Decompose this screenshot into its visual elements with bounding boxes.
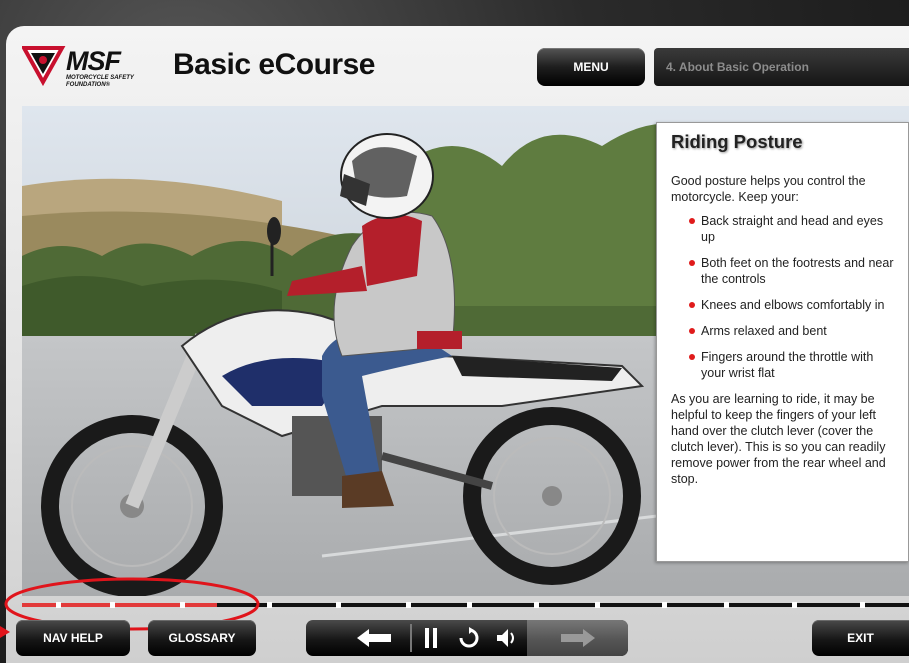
progress-tick bbox=[724, 602, 729, 608]
progress-tick bbox=[595, 602, 600, 608]
section-label: 4. About Basic Operation bbox=[654, 48, 909, 86]
logo-text: MSF bbox=[66, 46, 121, 76]
playback-controls bbox=[306, 620, 628, 656]
menu-button[interactable]: MENU bbox=[537, 48, 645, 86]
list-item-text: Fingers around the throttle with your wr… bbox=[701, 350, 874, 380]
exit-button[interactable]: EXIT bbox=[812, 620, 909, 656]
app-title: Basic eCourse bbox=[173, 48, 375, 81]
audio-button[interactable] bbox=[488, 620, 526, 656]
list-item-text: Arms relaxed and bent bbox=[701, 324, 827, 338]
progress-tick bbox=[406, 602, 411, 608]
back-button[interactable] bbox=[336, 620, 411, 656]
audio-icon bbox=[497, 629, 514, 647]
list-item: Arms relaxed and bent bbox=[671, 323, 894, 339]
list-item-text: Both feet on the footrests and near the … bbox=[701, 256, 894, 286]
progress-tick bbox=[860, 602, 865, 608]
posture-list: Back straight and head and eyes up Both … bbox=[671, 213, 894, 381]
pause-icon bbox=[425, 628, 437, 648]
replay-icon bbox=[459, 627, 479, 648]
panel-outro: As you are learning to ride, it may be h… bbox=[671, 392, 886, 486]
bullet-icon bbox=[689, 354, 695, 360]
bullet-icon bbox=[689, 302, 695, 308]
next-arrow-wrap bbox=[527, 620, 628, 656]
logo-subtitle: MOTORCYCLE SAFETY FOUNDATION® bbox=[66, 75, 134, 88]
replay-button[interactable] bbox=[450, 620, 488, 656]
list-item: Fingers around the throttle with your wr… bbox=[671, 349, 894, 381]
progress-tick bbox=[662, 602, 667, 608]
list-item: Back straight and head and eyes up bbox=[671, 213, 894, 245]
list-item: Knees and elbows comfortably in bbox=[671, 297, 894, 313]
glossary-button[interactable]: GLOSSARY bbox=[148, 620, 256, 656]
progress-tick bbox=[792, 602, 797, 608]
msf-logo-icon bbox=[22, 46, 66, 86]
nav-help-button[interactable]: NAV HELP bbox=[16, 620, 130, 656]
next-arrow-icon bbox=[560, 629, 595, 647]
bullet-icon bbox=[689, 218, 695, 224]
list-item: Both feet on the footrests and near the … bbox=[671, 255, 894, 287]
progress-tick bbox=[534, 602, 539, 608]
list-item-text: Knees and elbows comfortably in bbox=[701, 298, 885, 312]
panel-intro: Good posture helps you control the motor… bbox=[671, 174, 866, 204]
pause-button[interactable] bbox=[412, 620, 450, 656]
progress-tick bbox=[467, 602, 472, 608]
list-item-text: Back straight and head and eyes up bbox=[701, 214, 884, 244]
panel-title: Riding Posture bbox=[671, 131, 803, 152]
riding-posture-panel: Riding Posture Good posture helps you co… bbox=[656, 122, 909, 562]
bullet-icon bbox=[689, 260, 695, 266]
msf-logo: MSF MOTORCYCLE SAFETY FOUNDATION® bbox=[22, 42, 172, 90]
bullet-icon bbox=[689, 328, 695, 334]
progress-tick bbox=[267, 602, 272, 608]
next-button[interactable] bbox=[527, 620, 628, 656]
back-arrow-icon bbox=[356, 629, 391, 647]
progress-tick bbox=[336, 602, 341, 608]
